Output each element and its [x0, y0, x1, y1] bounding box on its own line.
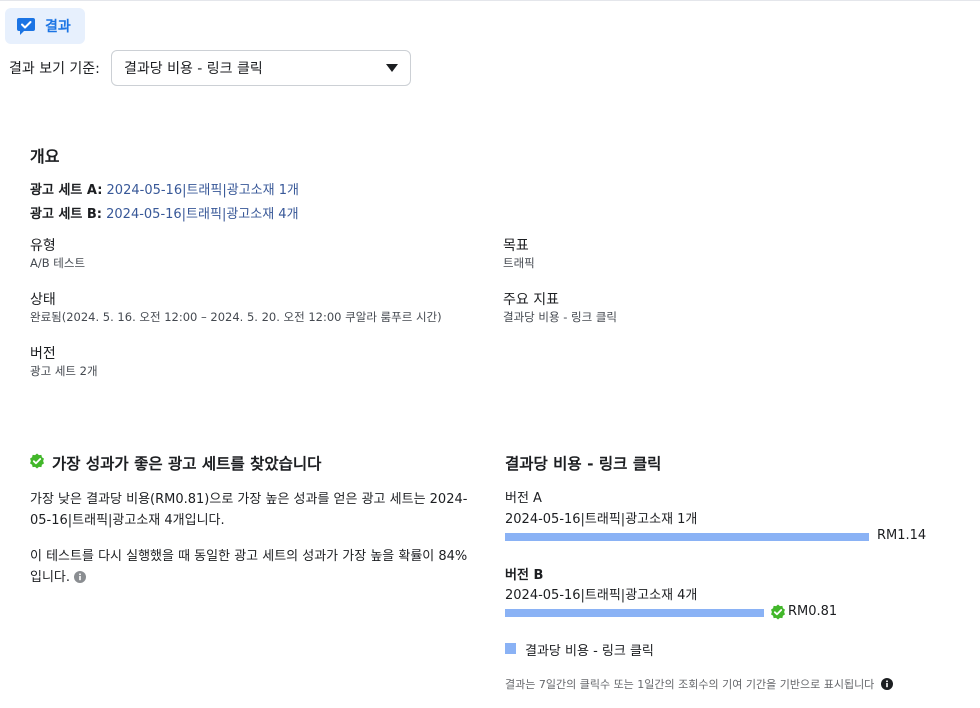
- winner-title: 가장 성과가 좋은 광고 세트를 찾았습니다: [52, 455, 322, 473]
- info-icon[interactable]: [880, 678, 893, 690]
- version-b-bar: [505, 609, 764, 617]
- view-by-selected-value: 결과당 비용 - 링크 클릭: [124, 61, 263, 77]
- versions-value: 광고 세트 2개: [30, 364, 98, 378]
- overview-title: 개요: [30, 147, 60, 166]
- attribution-footnote: 결과는 7일간의 클릭수 또는 1일간의 조회수의 기여 기간을 기반으로 표시…: [505, 676, 893, 692]
- version-a-value: RM1.14: [877, 528, 927, 543]
- versions-label: 버전: [30, 346, 56, 362]
- tab-results-label: 결과: [45, 19, 71, 35]
- status-label: 상태: [30, 292, 56, 308]
- winner-summary: 가장 낮은 결과당 비용(RM0.81)으로 가장 높은 성과를 얻은 광고 세…: [30, 492, 468, 528]
- attribution-footnote-text: 결과는 7일간의 클릭수 또는 1일간의 조회수의 기여 기간을 기반으로 표시…: [505, 678, 875, 691]
- legend-label: 결과당 비용 - 링크 클릭: [525, 644, 654, 659]
- ad-set-a-link[interactable]: 2024-05-16|트래픽|광고소재 1개: [102, 183, 299, 198]
- ad-set-b-key: 광고 세트 B:: [30, 207, 102, 222]
- version-b-label: 버전 B: [505, 568, 544, 583]
- info-icon[interactable]: [74, 571, 87, 583]
- ad-set-a-key: 광고 세트 A:: [30, 183, 103, 198]
- winner-check-icon: [30, 453, 44, 469]
- key-metric-value: 결과당 비용 - 링크 클릭: [503, 310, 617, 324]
- legend-swatch: [505, 643, 516, 654]
- version-b-value: RM0.81: [788, 604, 838, 619]
- ad-set-b-line: 광고 세트 B: 2024-05-16|트래픽|광고소재 4개: [30, 203, 299, 222]
- goal-label: 목표: [503, 238, 529, 254]
- view-by-label: 결과 보기 기준:: [9, 61, 100, 77]
- ad-set-b-link[interactable]: 2024-05-16|트래픽|광고소재 4개: [102, 207, 298, 222]
- type-value: A/B 테스트: [30, 256, 86, 270]
- version-b-name: 2024-05-16|트래픽|광고소재 4개: [505, 588, 698, 603]
- winner-badge-icon: [771, 604, 785, 620]
- tab-results[interactable]: 결과: [5, 8, 85, 44]
- version-a-label: 버전 A: [505, 491, 542, 506]
- chart-title: 결과당 비용 - 링크 클릭: [505, 455, 662, 473]
- chat-check-icon: [17, 18, 35, 35]
- view-by-dropdown[interactable]: 결과당 비용 - 링크 클릭: [111, 50, 411, 86]
- winner-probability: 이 테스트를 다시 실행했을 때 동일한 광고 세트의 성과가 가장 높을 확률…: [30, 546, 470, 588]
- status-value: 완료됨(2024. 5. 16. 오전 12:00 – 2024. 5. 20.…: [30, 310, 442, 324]
- version-a-name: 2024-05-16|트래픽|광고소재 1개: [505, 512, 698, 527]
- goal-value: 트래픽: [503, 256, 535, 270]
- winner-probability-text: 이 테스트를 다시 실행했을 때 동일한 광고 세트의 성과가 가장 높을 확률…: [30, 549, 468, 585]
- top-divider: [0, 0, 980, 1]
- ad-set-a-line: 광고 세트 A: 2024-05-16|트래픽|광고소재 1개: [30, 179, 299, 198]
- caret-down-icon: [386, 64, 398, 72]
- version-a-bar: [505, 533, 869, 541]
- key-metric-label: 주요 지표: [503, 292, 559, 308]
- type-label: 유형: [30, 238, 56, 254]
